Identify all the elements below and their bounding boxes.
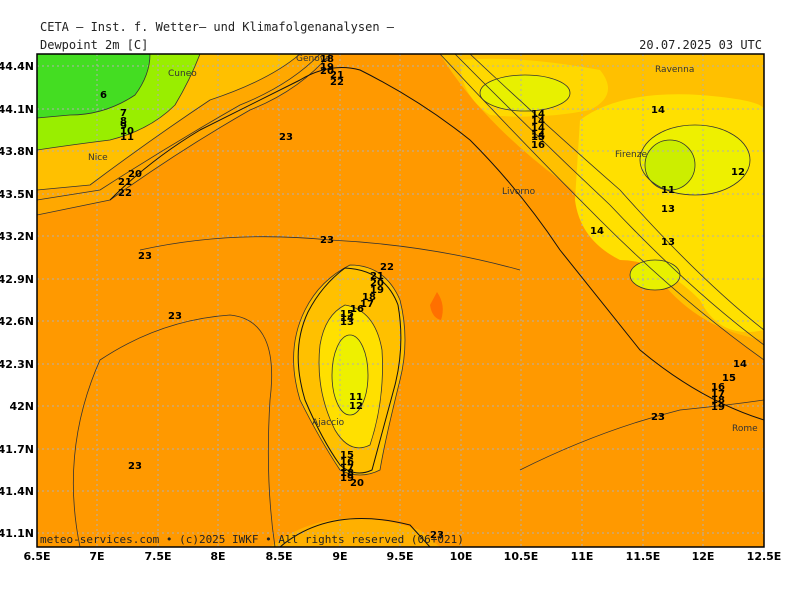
contour-label: 23 [279,132,293,143]
x-tick: 10E [450,550,473,563]
x-tick: 7E [89,550,104,563]
y-tick: 42.6N [0,315,34,328]
x-tick: 8.5E [265,550,292,563]
city-rome: Rome [732,424,758,434]
city-livorno: Livorno [502,187,536,197]
x-axis: 6.5E 7E 7.5E 8E 8.5E 9E 9.5E 10E 10.5E 1… [23,550,781,563]
contour-label: 19 [711,402,725,413]
contour-label: 13 [661,237,675,248]
contour-label: 23 [320,235,334,246]
y-tick: 42.3N [0,358,34,371]
contour-label: 22 [330,77,344,88]
copyright-credit: meteo-services.com • (c)2025 IWKF • All … [40,533,464,546]
y-tick: 41.7N [0,443,34,456]
contour-label: 13 [340,317,354,328]
dewpoint-map: Cuneo Genova Ravenna Nice Firenze Livorn… [0,53,781,563]
contour-label: 23 [651,412,665,423]
contour-label: 11 [120,132,134,143]
y-tick: 44.1N [0,103,34,116]
x-tick: 12E [692,550,715,563]
city-ajaccio: Ajaccio [312,418,345,428]
city-ravenna: Ravenna [655,65,694,75]
x-tick: 10.5E [504,550,539,563]
y-tick: 43.5N [0,188,34,201]
contour-label: 20 [350,478,364,489]
y-tick: 43.2N [0,230,34,243]
y-tick: 43.8N [0,145,34,158]
contour-label: 6 [100,90,107,101]
x-tick: 11.5E [626,550,661,563]
y-axis: 44.4N 44.1N 43.8N 43.5N 43.2N 42.9N 42.6… [0,60,34,540]
y-tick: 41.1N [0,527,34,540]
contour-label: 21 [118,177,132,188]
contour-label: 14 [651,105,665,116]
contour-label: 23 [168,311,182,322]
x-tick: 6.5E [23,550,50,563]
contour-label: 12 [349,401,363,412]
y-tick: 41.4N [0,485,34,498]
contour-label: 23 [138,251,152,262]
contour-label: 12 [731,167,745,178]
x-tick: 11E [571,550,594,563]
y-tick: 44.4N [0,60,34,73]
x-tick: 9.5E [386,550,413,563]
contour-label: 13 [661,204,675,215]
x-tick: 7.5E [144,550,171,563]
contour-label: 11 [661,185,675,196]
contour-label: 23 [128,461,142,472]
contour-label: 14 [733,359,747,370]
x-tick: 8E [210,550,225,563]
city-nice: Nice [88,153,108,163]
contour-label: 22 [118,188,132,199]
y-tick: 42.9N [0,273,34,286]
contour-label: 16 [531,140,545,151]
city-cuneo: Cuneo [168,69,197,79]
contour-label: 14 [590,226,604,237]
x-tick: 9E [332,550,347,563]
y-tick: 42N [9,400,34,413]
x-tick: 12.5E [747,550,782,563]
city-firenze: Firenze [615,150,647,160]
